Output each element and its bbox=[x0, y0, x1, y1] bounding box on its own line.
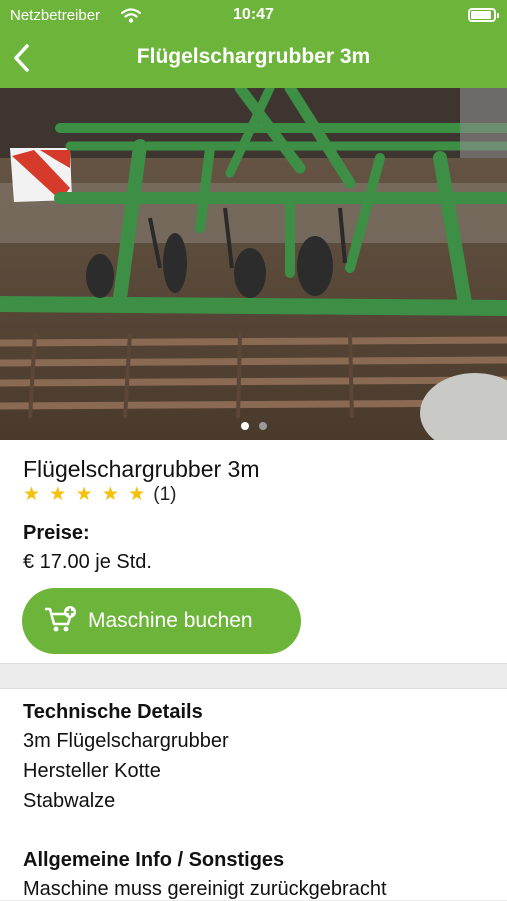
add-to-cart-icon bbox=[45, 606, 76, 632]
page-title: Flügelschargrubber 3m bbox=[136, 45, 371, 68]
machine-name: Flügelschargrubber 3m bbox=[23, 456, 260, 482]
general-info-line: Maschine muss gereinigt zurückgebracht bbox=[23, 878, 387, 900]
battery-icon bbox=[468, 8, 499, 22]
review-count: (1) bbox=[153, 484, 177, 505]
app-header: Netzbetreiber 10:47 Flügelschargrubber 3… bbox=[0, 0, 507, 88]
technical-detail-line: Hersteller Kotte bbox=[23, 760, 161, 782]
price-heading: Preise: bbox=[23, 522, 90, 544]
machine-photo bbox=[0, 88, 507, 440]
technical-details-heading: Technische Details bbox=[23, 701, 203, 723]
rating-stars-icon: ★ ★ ★ ★ ★ bbox=[23, 484, 148, 505]
general-info-heading: Allgemeine Info / Sonstiges bbox=[23, 849, 285, 871]
star-rating: ★ ★ ★ ★ ★ (1) bbox=[23, 483, 177, 506]
details-card: Technische Details 3m Flügelschargrubber… bbox=[0, 688, 507, 900]
machine-summary-card: Flügelschargrubber 3m ★ ★ ★ ★ ★ (1) Preis… bbox=[0, 440, 507, 664]
clock: 10:47 bbox=[233, 6, 274, 23]
technical-detail-line: 3m Flügelschargrubber bbox=[23, 730, 229, 752]
book-machine-label: Maschine buchen bbox=[88, 609, 253, 632]
technical-detail-line: Stabwalze bbox=[23, 790, 116, 812]
book-machine-button[interactable]: Maschine buchen bbox=[22, 588, 301, 654]
page-dot-1[interactable] bbox=[240, 422, 249, 430]
machine-photo-carousel[interactable] bbox=[0, 88, 507, 440]
battery-fill bbox=[471, 11, 491, 19]
page-dot-2[interactable] bbox=[258, 422, 267, 430]
status-bar: Netzbetreiber 10:47 bbox=[0, 6, 507, 28]
nav-bar: Flügelschargrubber 3m bbox=[0, 36, 507, 80]
price-value: € 17.00 je Std. bbox=[23, 551, 152, 573]
carousel-page-indicator[interactable] bbox=[0, 417, 507, 435]
